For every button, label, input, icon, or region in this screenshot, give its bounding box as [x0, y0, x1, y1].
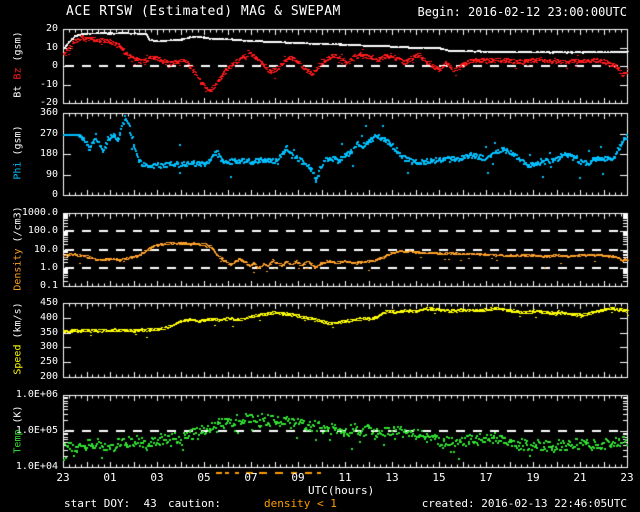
x-tick-label: 23	[56, 471, 70, 484]
y-tick-label: 0	[51, 60, 58, 71]
footer-created-timestamp: created: 2016-02-13 22:46:05UTC	[421, 497, 627, 510]
x-tick-label: 07	[244, 471, 258, 484]
y-tick-label: 450	[39, 297, 58, 308]
y-tick-label: 1.0E+06	[15, 389, 58, 400]
panel-ylabel-part: (K)	[12, 405, 24, 430]
y-tick-label: 1.0E+05	[15, 425, 58, 436]
x-axis-label: UTC(hours)	[308, 484, 375, 497]
y-tick-label: 360	[39, 107, 58, 118]
plot-canvas	[0, 0, 640, 512]
x-tick-label: 21	[573, 471, 587, 484]
plot-title: ACE RTSW (Estimated) MAG & SWEPAM	[66, 4, 341, 19]
panel-ylabel-part: (gsm)	[12, 125, 24, 162]
panel-ylabel: Temp (K)	[13, 350, 24, 510]
footer-caution-label: caution:	[168, 497, 221, 510]
x-tick-label: 03	[150, 471, 164, 484]
y-tick-label: 200	[39, 371, 58, 382]
y-tick-label: 20	[45, 23, 58, 34]
x-tick-label: 13	[385, 471, 399, 484]
y-tick-label: 350	[39, 327, 58, 338]
y-tick-label: 10.0	[33, 244, 58, 255]
panel-ylabel-part: Temp	[12, 429, 24, 454]
x-tick-label: 15	[432, 471, 446, 484]
y-tick-label: 100.0	[27, 225, 58, 236]
x-tick-label: 01	[103, 471, 117, 484]
x-tick-label: 09	[291, 471, 305, 484]
panel-ylabel-part: (km/s)	[12, 302, 24, 345]
x-tick-label: 19	[526, 471, 540, 484]
y-tick-label: 1.0E+04	[15, 461, 58, 472]
footer-start-doy: start DOY: 43	[64, 497, 157, 510]
y-tick-label: 400	[39, 312, 58, 323]
y-tick-label: 300	[39, 341, 58, 352]
x-tick-label: 11	[338, 471, 352, 484]
footer-caution-value: density < 1	[264, 497, 337, 510]
ace-rtsw-plot: ACE RTSW (Estimated) MAG & SWEPAM Begin:…	[0, 0, 640, 512]
y-tick-label: 180	[39, 148, 58, 159]
y-tick-label: 250	[39, 356, 58, 367]
y-tick-label: -10	[39, 79, 58, 90]
x-tick-label: 23	[620, 471, 634, 484]
y-tick-label: 270	[39, 128, 58, 139]
x-tick-label: 05	[197, 471, 211, 484]
y-tick-label: 1000.0	[21, 207, 58, 218]
y-tick-label: 0.1	[39, 280, 58, 291]
y-tick-label: 10	[45, 42, 58, 53]
panel-ylabel-part: (gsm)	[12, 31, 24, 68]
begin-timestamp: Begin: 2016-02-12 23:00:00UTC	[417, 5, 627, 19]
y-tick-label: 1.0	[39, 262, 58, 273]
y-tick-label: 0	[51, 189, 58, 200]
x-tick-label: 17	[479, 471, 493, 484]
y-tick-label: 90	[45, 169, 58, 180]
panel-ylabel-part: (/cm3)	[12, 206, 24, 249]
